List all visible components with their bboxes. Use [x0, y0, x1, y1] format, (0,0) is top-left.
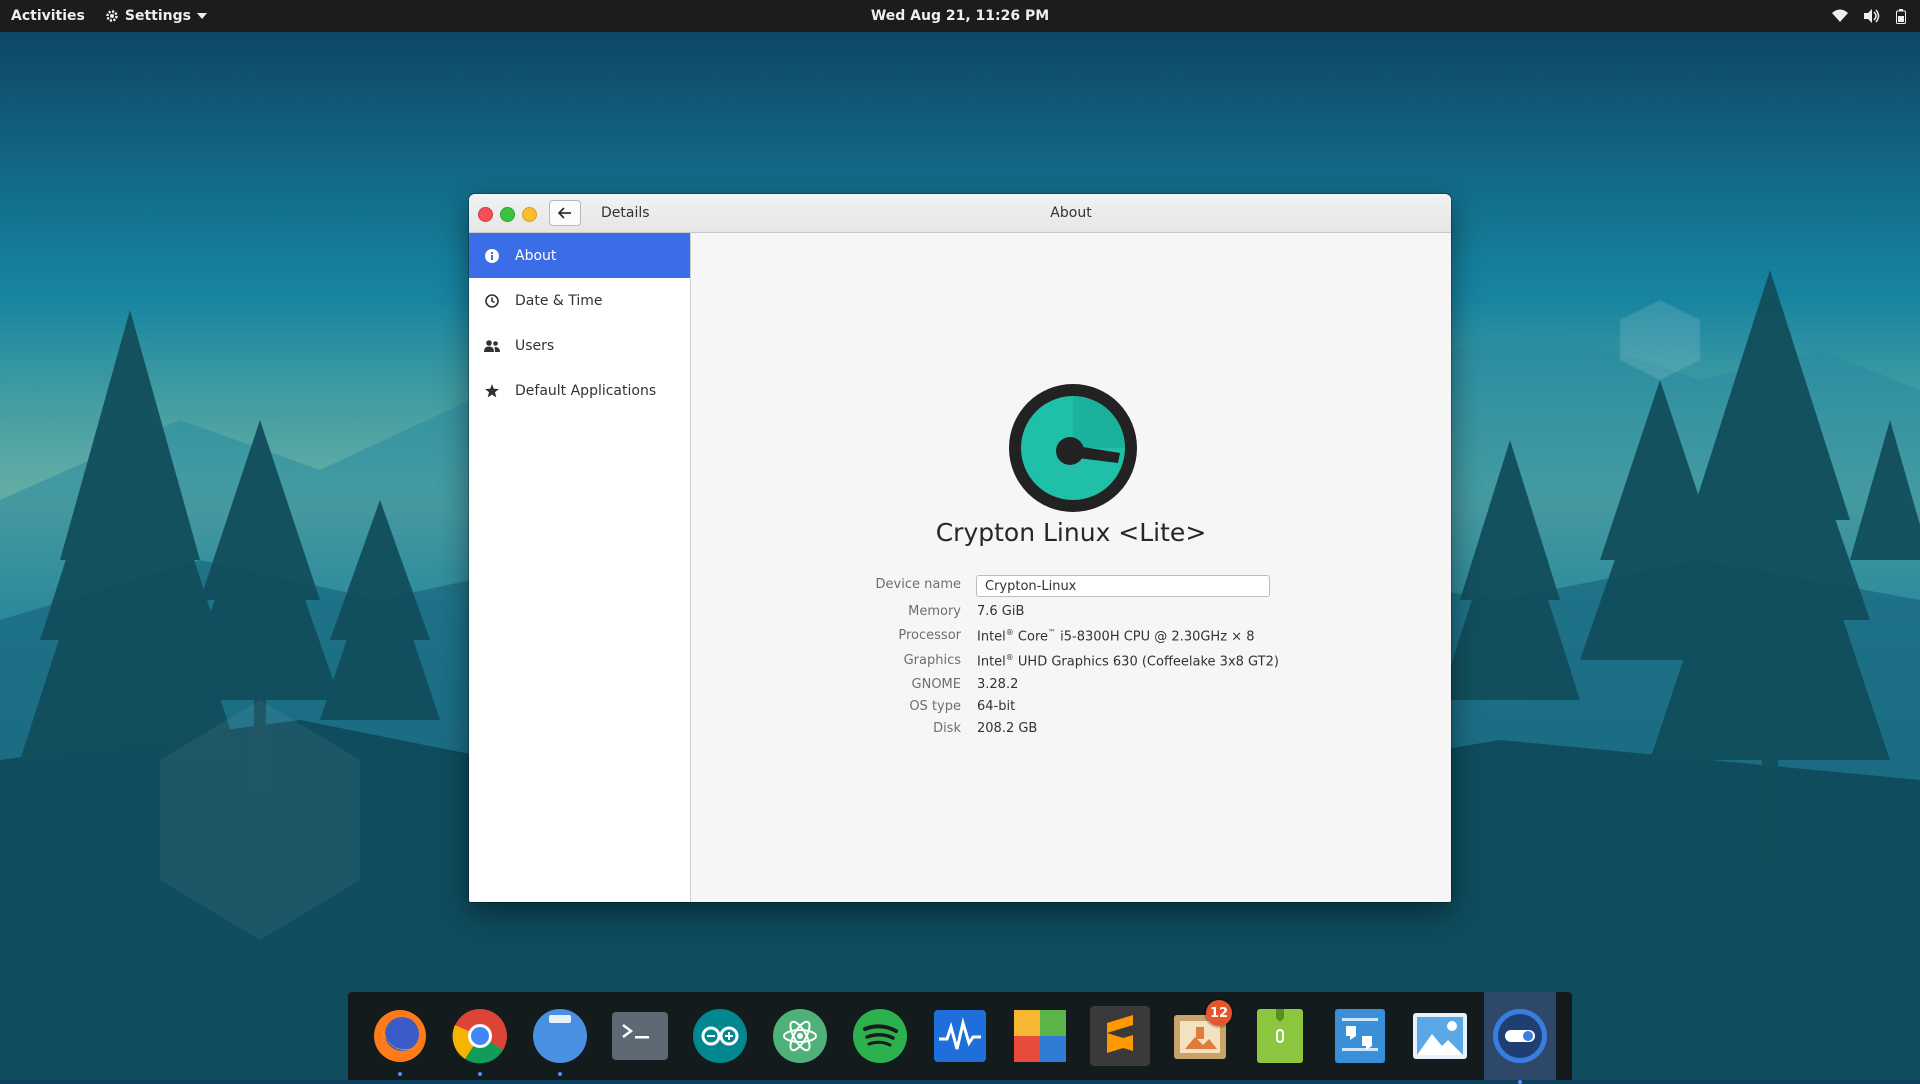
- arrow-left-icon: [558, 207, 571, 219]
- running-indicator: [1518, 1080, 1522, 1084]
- dock-item-updates[interactable]: 12: [1164, 1000, 1236, 1072]
- sidebar-item-users[interactable]: Users: [469, 323, 690, 368]
- disk-value: 208.2 GB: [977, 721, 1038, 736]
- dock-item-terminal[interactable]: [604, 1000, 676, 1072]
- os-type-value: 64-bit: [977, 699, 1016, 714]
- sidebar-title: Details: [601, 205, 650, 221]
- back-button[interactable]: [549, 200, 581, 226]
- firefox-icon: [374, 1010, 426, 1062]
- quote-icon: [1335, 1009, 1385, 1063]
- device-name-field[interactable]: [976, 575, 1270, 597]
- sublime-text-icon: [1090, 1006, 1150, 1066]
- processor-value: Intel® Core™ i5-8300H CPU @ 2.30GHz × 8: [977, 628, 1255, 645]
- settings-toggle-icon: [1493, 1009, 1547, 1063]
- dock-item-sublime-text[interactable]: [1084, 1000, 1156, 1072]
- atom-icon: [773, 1009, 827, 1063]
- sidebar: About Date & Time Users Default Applicat…: [469, 233, 691, 902]
- dock-item-quote[interactable]: [1324, 1000, 1396, 1072]
- dock-item-settings[interactable]: [1484, 992, 1556, 1084]
- window-close-button[interactable]: [478, 207, 493, 222]
- palette-icon: [1014, 1010, 1066, 1062]
- settings-window: Details About About Date & Time Users De…: [469, 194, 1451, 902]
- dock-item-archive[interactable]: [1244, 1000, 1316, 1072]
- terminal-icon: [612, 1012, 668, 1060]
- clock-icon: [483, 292, 501, 310]
- gear-icon: [106, 10, 118, 22]
- star-icon: [483, 382, 501, 400]
- window-maximize-button[interactable]: [500, 207, 515, 222]
- about-panel: Crypton Linux <Lite> Device name Memory …: [691, 233, 1451, 902]
- graphics-label: Graphics: [903, 653, 961, 668]
- dock: 12: [348, 992, 1572, 1084]
- memory-value: 7.6 GiB: [977, 604, 1025, 619]
- top-bar: Activities Settings Wed Aug 21, 11:26 PM: [0, 0, 1920, 32]
- processor-label: Processor: [898, 628, 961, 643]
- wifi-icon[interactable]: [1832, 9, 1848, 23]
- image-viewer-icon: [1413, 1013, 1467, 1059]
- arduino-icon: [693, 1009, 747, 1063]
- spotify-icon: [853, 1009, 907, 1063]
- dock-item-chrome[interactable]: [444, 1000, 516, 1076]
- title-bar: Details About: [469, 194, 1451, 233]
- graphics-value: Intel® UHD Graphics 630 (Coffeelake 3x8 …: [977, 653, 1279, 670]
- window-minimize-button[interactable]: [522, 207, 537, 222]
- app-menu[interactable]: Settings: [105, 8, 207, 24]
- system-tray[interactable]: [1832, 0, 1906, 32]
- battery-icon[interactable]: [1896, 8, 1906, 24]
- dock-item-files[interactable]: [524, 1000, 596, 1076]
- files-icon: [533, 1009, 587, 1063]
- sidebar-item-label: About: [515, 247, 557, 264]
- os-type-label: OS type: [909, 699, 961, 714]
- dock-item-palette[interactable]: [1004, 1000, 1076, 1072]
- running-indicator: [398, 1072, 402, 1076]
- gnome-value: 3.28.2: [977, 677, 1019, 692]
- info-icon: [483, 247, 501, 265]
- dock-item-spotify[interactable]: [844, 1000, 916, 1072]
- app-menu-label: Settings: [124, 8, 191, 24]
- dock-item-image-viewer[interactable]: [1404, 1000, 1476, 1072]
- sidebar-item-about[interactable]: About: [469, 233, 690, 278]
- sidebar-item-label: Default Applications: [515, 382, 657, 399]
- device-name-label: Device name: [875, 577, 961, 592]
- sidebar-item-label: Users: [515, 337, 555, 354]
- disk-label: Disk: [933, 721, 961, 736]
- dock-item-atom[interactable]: [764, 1000, 836, 1072]
- system-monitor-icon: [934, 1010, 986, 1062]
- system-details: Device name Memory 7.6 GiB Processor Int…: [691, 233, 1451, 893]
- page-title: About: [1050, 205, 1092, 221]
- running-indicator: [558, 1072, 562, 1076]
- updates-badge: 12: [1206, 1000, 1232, 1026]
- activities-button[interactable]: Activities: [11, 8, 85, 24]
- memory-label: Memory: [908, 604, 961, 619]
- dock-item-arduino[interactable]: [684, 1000, 756, 1072]
- sidebar-item-default-applications[interactable]: Default Applications: [469, 368, 690, 413]
- users-icon: [483, 337, 501, 355]
- archive-icon: [1257, 1009, 1303, 1063]
- dock-item-firefox[interactable]: [364, 1000, 436, 1076]
- gnome-label: GNOME: [911, 677, 961, 692]
- dock-item-system-monitor[interactable]: [924, 1000, 996, 1072]
- sidebar-item-label: Date & Time: [515, 292, 603, 309]
- sidebar-item-date-time[interactable]: Date & Time: [469, 278, 690, 323]
- clock[interactable]: Wed Aug 21, 11:26 PM: [871, 8, 1049, 24]
- running-indicator: [478, 1072, 482, 1076]
- chrome-icon: [452, 1009, 507, 1064]
- volume-icon[interactable]: [1864, 9, 1880, 23]
- chevron-down-icon: [196, 13, 207, 19]
